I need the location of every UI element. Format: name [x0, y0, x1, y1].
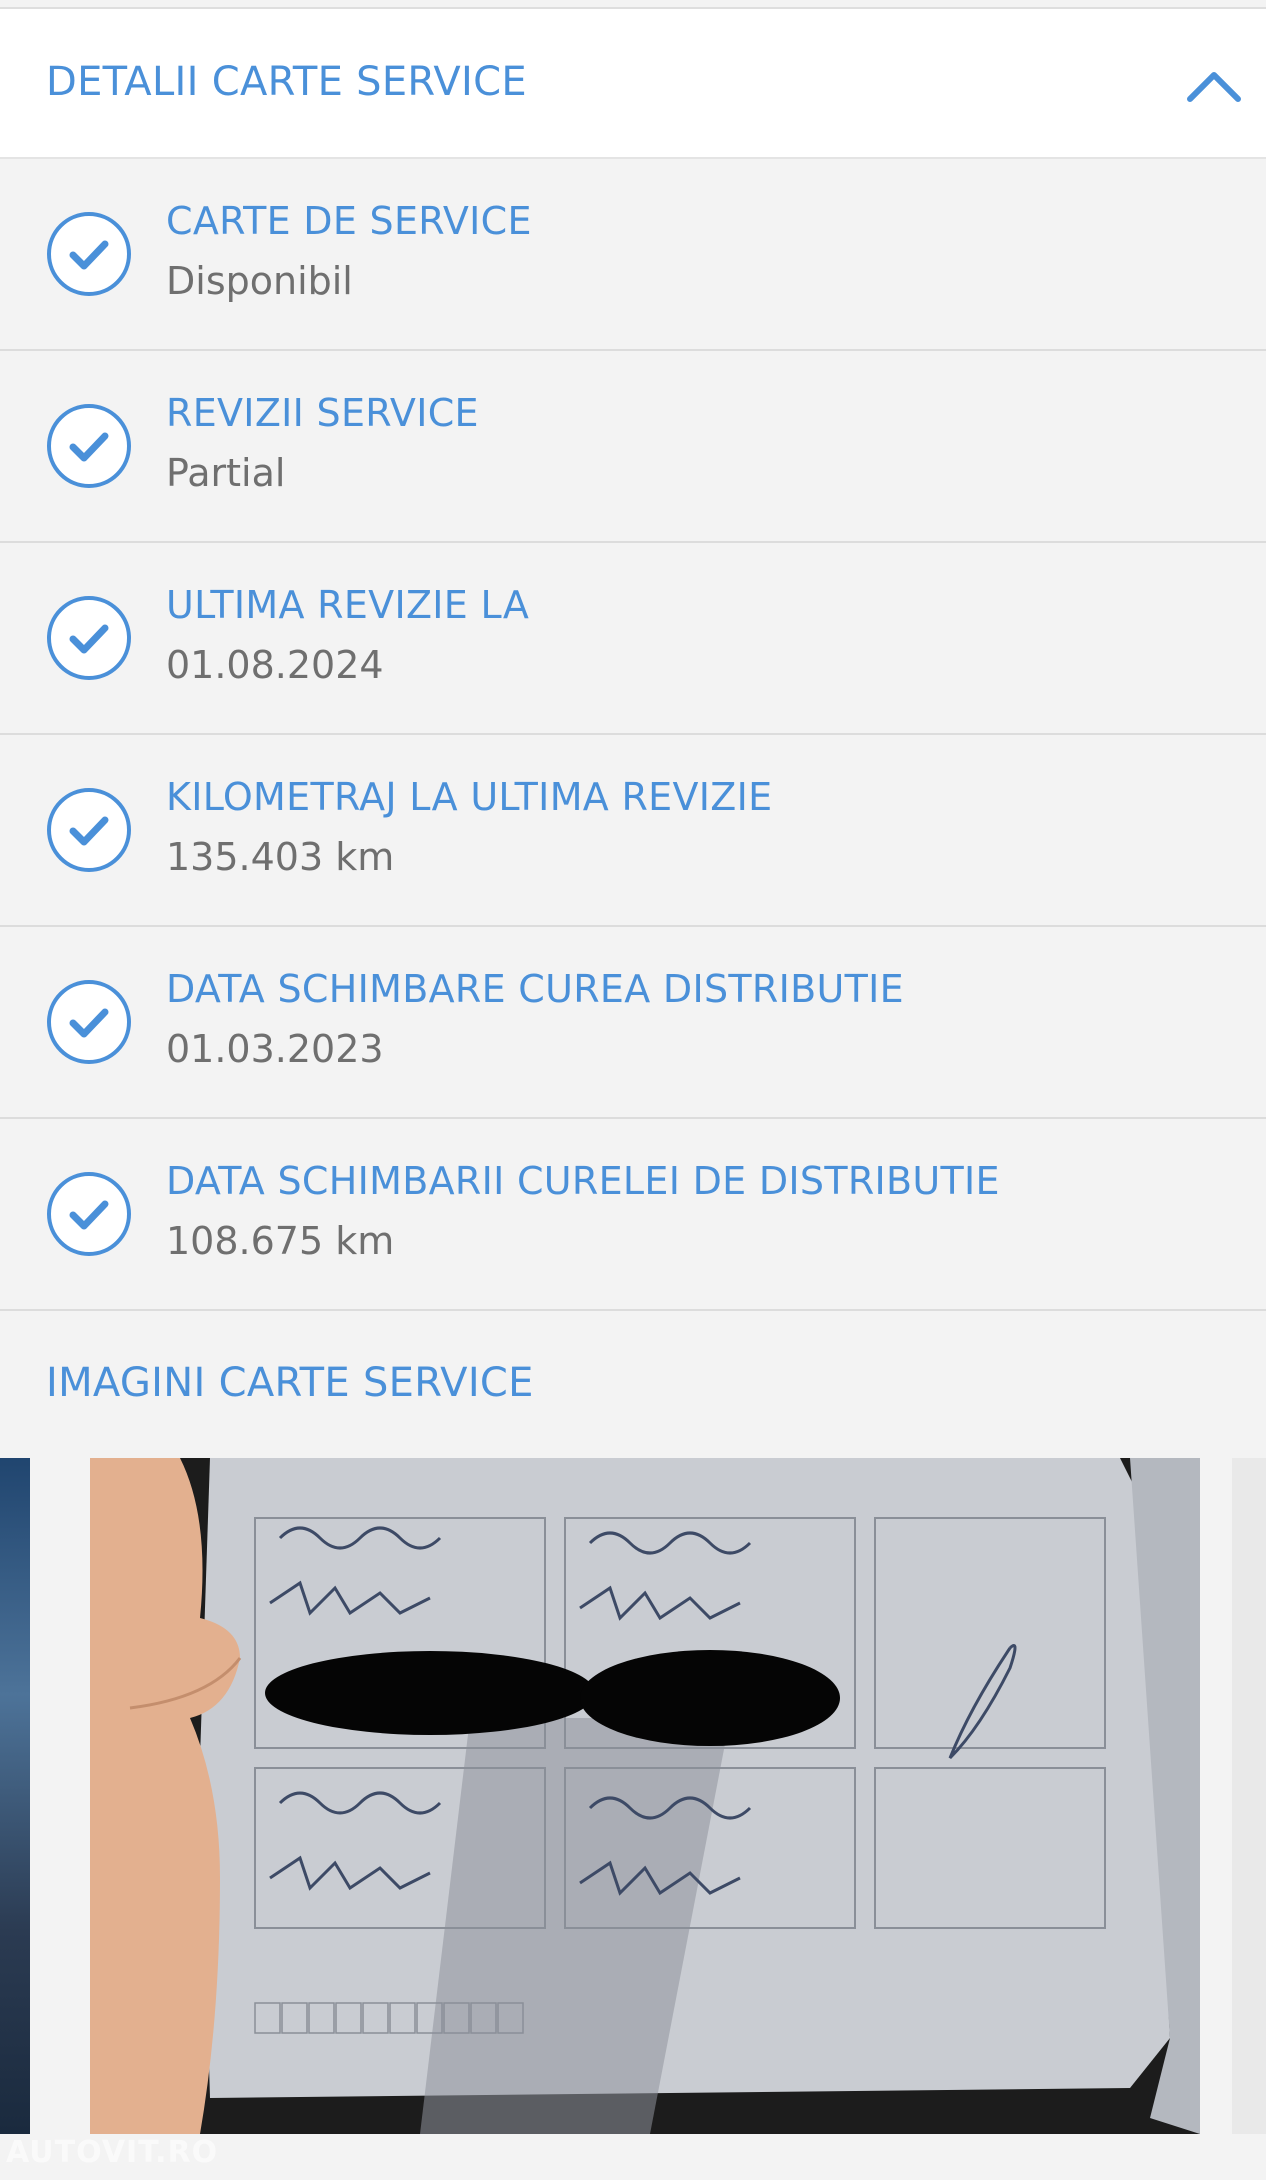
detail-value: 01.08.2024	[166, 643, 384, 687]
detail-label: DATA SCHIMBARE CUREA DISTRIBUTIE	[166, 967, 904, 1011]
detail-label: CARTE DE SERVICE	[166, 199, 532, 243]
check-circle-icon	[47, 1172, 131, 1256]
detail-label: ULTIMA REVIZIE LA	[166, 583, 530, 627]
detail-value: Disponibil	[166, 259, 353, 303]
detail-row-timing-belt-date: DATA SCHIMBARE CUREA DISTRIBUTIE 01.03.2…	[0, 927, 1266, 1119]
check-circle-icon	[47, 788, 131, 872]
detail-row-last-revision-mileage: KILOMETRAJ LA ULTIMA REVIZIE 135.403 km	[0, 735, 1266, 927]
detail-value: 01.03.2023	[166, 1027, 384, 1071]
check-circle-icon	[47, 980, 131, 1064]
detail-value: 108.675 km	[166, 1219, 395, 1263]
chevron-up-icon[interactable]	[1184, 65, 1244, 105]
detail-label: DATA SCHIMBARII CURELEI DE DISTRIBUTIE	[166, 1159, 1000, 1203]
detail-value: Partial	[166, 451, 286, 495]
section-title: DETALII CARTE SERVICE	[46, 59, 527, 105]
service-details-header[interactable]: DETALII CARTE SERVICE	[0, 9, 1266, 159]
check-circle-icon	[47, 596, 131, 680]
detail-row-service-revisions: REVIZII SERVICE Partial	[0, 351, 1266, 543]
detail-row-timing-belt-mileage: DATA SCHIMBARII CURELEI DE DISTRIBUTIE 1…	[0, 1119, 1266, 1311]
check-circle-icon	[47, 212, 131, 296]
detail-value: 135.403 km	[166, 835, 395, 879]
detail-row-service-book: CARTE DE SERVICE Disponibil	[0, 159, 1266, 351]
autovit-watermark: AUTOVIT.RO	[6, 2135, 219, 2170]
check-circle-icon	[47, 404, 131, 488]
previous-image-thumbnail[interactable]	[0, 1458, 30, 2134]
service-book-photo-illustration	[90, 1458, 1200, 2134]
images-section-title: IMAGINI CARTE SERVICE	[46, 1360, 534, 1406]
detail-row-last-revision-date: ULTIMA REVIZIE LA 01.08.2024	[0, 543, 1266, 735]
service-book-page: DETALII CARTE SERVICE CARTE DE SERVICE D…	[0, 0, 1266, 2180]
detail-label: KILOMETRAJ LA ULTIMA REVIZIE	[166, 775, 773, 819]
detail-label: REVIZII SERVICE	[166, 391, 479, 435]
next-image-thumbnail[interactable]	[1232, 1458, 1266, 2134]
service-book-photo[interactable]	[90, 1458, 1200, 2134]
